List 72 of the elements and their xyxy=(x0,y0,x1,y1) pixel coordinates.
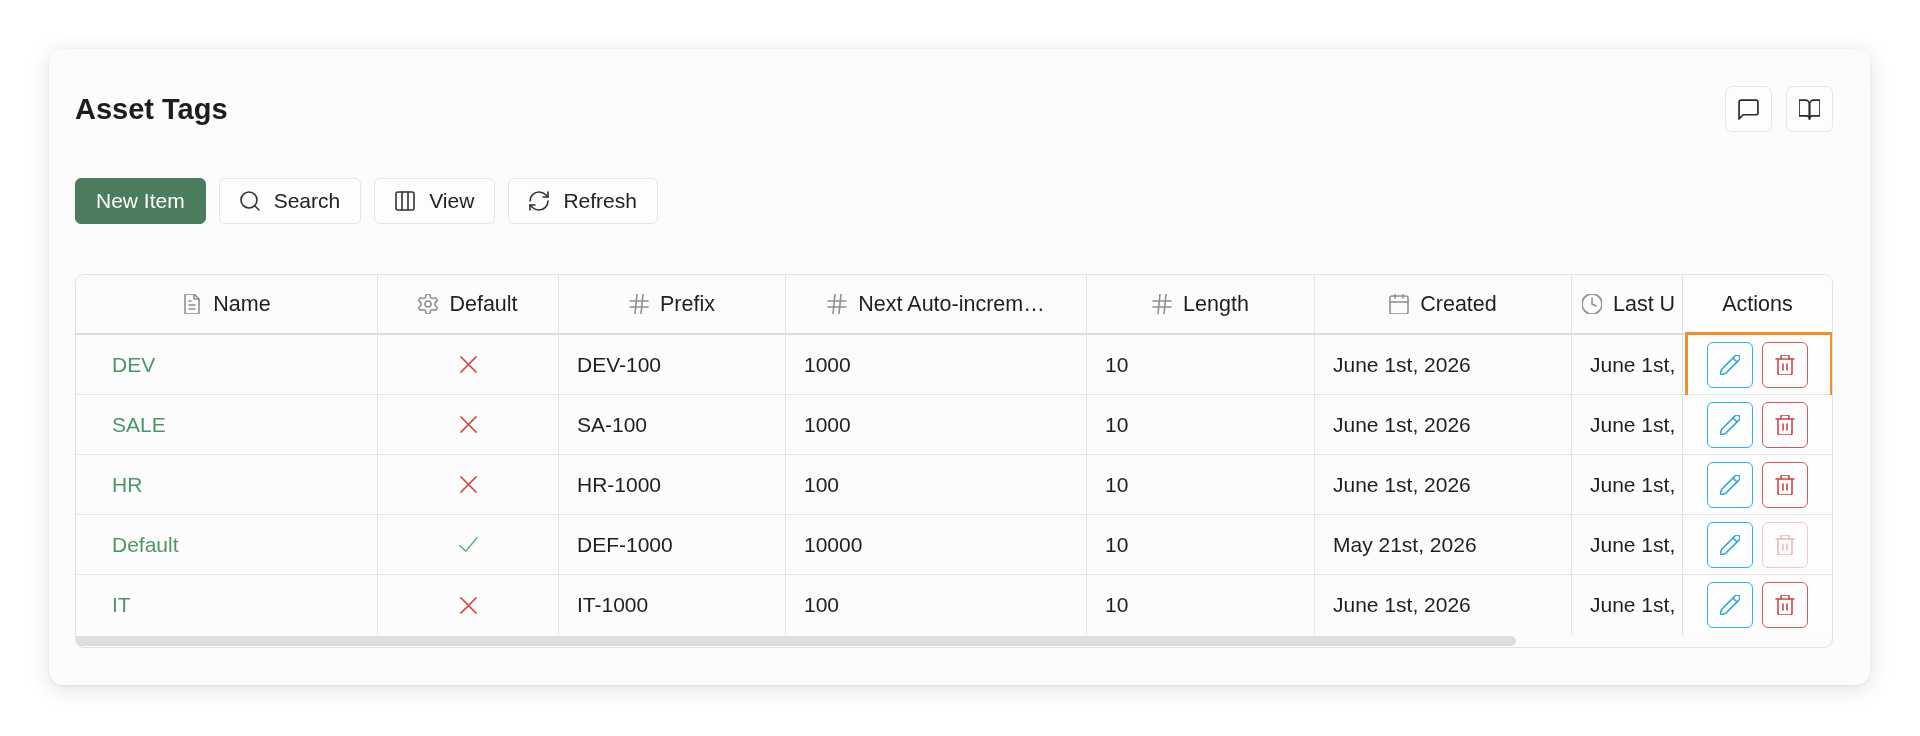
hash-icon xyxy=(827,294,848,314)
table-cell: 10000 xyxy=(786,515,1087,574)
hash-icon xyxy=(1152,294,1173,314)
table-cell: 100 xyxy=(786,575,1087,635)
pencil-icon xyxy=(1720,474,1740,495)
trash-icon xyxy=(1775,354,1795,375)
columns-icon xyxy=(395,191,416,211)
table-cell-text: June 1st, xyxy=(1589,592,1677,618)
edit-button[interactable] xyxy=(1707,401,1753,448)
table-cell: HR-1000 xyxy=(559,455,786,514)
table-cell: June 1st, 2026 xyxy=(1315,395,1572,454)
trash-icon xyxy=(1775,595,1795,615)
refresh-button[interactable]: Refresh xyxy=(508,178,658,224)
delete-button[interactable] xyxy=(1762,341,1808,388)
column-header[interactable]: Name xyxy=(213,291,271,317)
table-cell: May 21st, 2026 xyxy=(1315,515,1572,574)
column-header[interactable]: Prefix xyxy=(660,291,715,317)
column-header[interactable]: Actions xyxy=(1722,291,1793,317)
pencil-icon xyxy=(1720,354,1740,375)
table-cell: DEF-1000 xyxy=(559,515,786,574)
table-cell: DEV-100 xyxy=(559,335,786,394)
delete-button[interactable] xyxy=(1762,461,1808,508)
column-header[interactable]: Length xyxy=(1183,291,1249,317)
clock-icon xyxy=(1582,294,1602,314)
gear-icon xyxy=(418,294,439,314)
docs-button[interactable] xyxy=(1786,86,1833,132)
table-cell: June 1st, 2026 xyxy=(1315,335,1572,394)
speech-bubble-icon xyxy=(1738,98,1759,120)
table-cell: 1000 xyxy=(786,395,1087,454)
trash-icon xyxy=(1775,414,1795,435)
table-cell: June 1st, 2026 xyxy=(1315,575,1572,635)
edit-button[interactable] xyxy=(1707,341,1753,388)
edit-button[interactable] xyxy=(1707,582,1753,628)
table-cell: IT-1000 xyxy=(559,575,786,635)
hash-icon xyxy=(629,294,649,314)
table-cell: 1000 xyxy=(786,335,1087,394)
view-button[interactable]: View xyxy=(374,178,496,224)
page-title: Asset Tags xyxy=(75,92,228,126)
table-cell: 10 xyxy=(1087,335,1315,394)
table-cell: 10 xyxy=(1087,575,1315,635)
new-item-button[interactable]: New Item xyxy=(75,178,206,224)
table-cell: 10 xyxy=(1087,395,1315,454)
table-cell-text: June 1st, xyxy=(1589,351,1677,378)
delete-button[interactable] xyxy=(1762,582,1808,628)
column-header[interactable]: Created xyxy=(1420,291,1497,317)
pencil-icon xyxy=(1720,595,1740,615)
calendar-icon xyxy=(1389,294,1410,314)
column-header[interactable]: Next Auto-increm… xyxy=(858,291,1045,317)
edit-button[interactable] xyxy=(1707,521,1753,568)
table-cell: June 1st, 2026 xyxy=(1315,455,1572,514)
search-button[interactable]: Search xyxy=(218,178,362,224)
delete-button[interactable] xyxy=(1762,401,1808,448)
refresh-icon xyxy=(529,191,550,211)
column-header[interactable]: Last U xyxy=(1613,291,1676,317)
document-icon xyxy=(182,294,203,314)
search-icon xyxy=(239,191,260,211)
scrollbar-thumb[interactable] xyxy=(76,636,1516,646)
book-icon xyxy=(1799,98,1820,120)
pencil-icon xyxy=(1720,534,1740,555)
comment-button[interactable] xyxy=(1725,86,1772,132)
table-cell: 10 xyxy=(1087,455,1315,514)
pencil-icon xyxy=(1720,414,1740,435)
column-header[interactable]: Default xyxy=(449,291,518,317)
table-cell-text: June 1st, xyxy=(1589,471,1677,498)
table-cell-text: June 1st, xyxy=(1589,531,1677,558)
trash-icon xyxy=(1775,534,1795,555)
trash-icon xyxy=(1775,474,1795,495)
table-cell: SA-100 xyxy=(559,395,786,454)
edit-button[interactable] xyxy=(1707,461,1753,508)
table-cell: 100 xyxy=(786,455,1087,514)
table-cell-text: June 1st, xyxy=(1589,411,1677,438)
table-cell: 10 xyxy=(1087,515,1315,574)
